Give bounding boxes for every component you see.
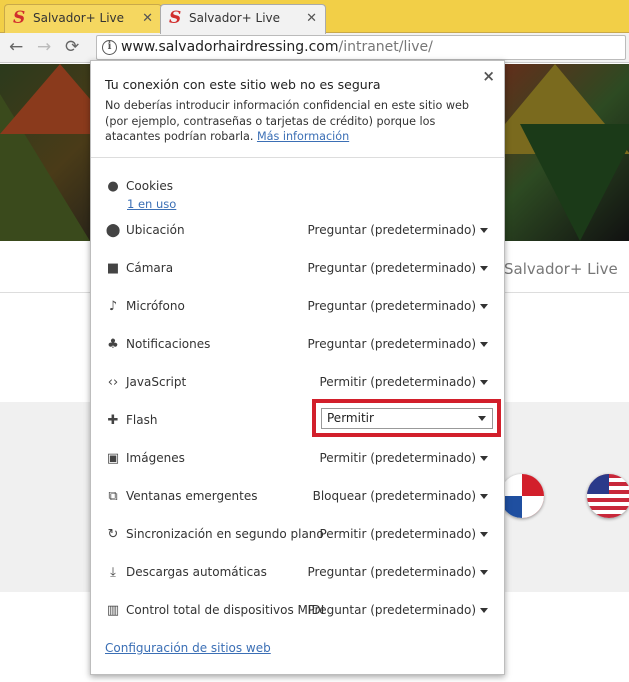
- site-settings-link[interactable]: Configuración de sitios web: [105, 641, 271, 655]
- permission-value: Preguntar (predeterminado): [307, 603, 477, 617]
- permission-select[interactable]: Preguntar (predeterminado): [307, 603, 488, 617]
- permission-value: Permitir (predeterminado): [319, 451, 476, 465]
- tab-label: Salvador+ Live (l: [33, 11, 127, 25]
- close-tab-icon[interactable]: ✕: [306, 5, 317, 32]
- permission-value: Preguntar (predeterminado): [307, 565, 477, 579]
- permission-label: Cámara: [126, 261, 174, 275]
- permission-label: Descargas automáticas: [126, 565, 267, 579]
- more-info-link[interactable]: Más información: [257, 130, 349, 143]
- browser-toolbar: ← → ⟳ i www.salvadorhairdressing.com/int…: [0, 33, 629, 63]
- microphone-icon: ♪: [108, 299, 118, 314]
- permission-label: Sincronización en segundo plano: [126, 527, 324, 541]
- close-tab-icon[interactable]: ✕: [142, 5, 153, 32]
- permission-select[interactable]: Permitir (predeterminado): [319, 375, 488, 389]
- permission-value: Preguntar (predeterminado): [307, 337, 477, 351]
- permission-value: Preguntar (predeterminado): [307, 299, 477, 313]
- tab-salvador-live-1[interactable]: S Salvador+ Live (l ✕: [4, 4, 162, 33]
- forward-arrow-icon[interactable]: →: [37, 37, 51, 57]
- dropdown-arrow-icon: [480, 304, 488, 309]
- permission-label: Ubicación: [126, 223, 185, 237]
- permission-label: Control total de dispositivos MIDI: [126, 603, 325, 617]
- permission-select[interactable]: Preguntar (predeterminado): [307, 223, 488, 237]
- dropdown-arrow-icon: [480, 266, 488, 271]
- highlight-box: [312, 399, 501, 437]
- midi-icon: ▥: [106, 603, 120, 618]
- url-text[interactable]: www.salvadorhairdressing.com/intranet/li…: [121, 39, 433, 55]
- back-arrow-icon[interactable]: ←: [9, 37, 23, 57]
- close-icon[interactable]: ×: [482, 67, 495, 85]
- image-icon: ▣: [106, 451, 120, 466]
- security-title: Tu conexión con este sitio web no es seg…: [105, 77, 381, 92]
- permission-row-midi: ▥ Control total de dispositivos MIDI Pre…: [105, 601, 488, 621]
- permission-value: Bloquear (predeterminado): [312, 489, 476, 503]
- dropdown-arrow-icon: [480, 532, 488, 537]
- cookies-label: Cookies: [126, 179, 173, 193]
- tab-strip: S Salvador+ Live (l ✕ S Salvador+ Live (…: [0, 0, 629, 34]
- cookies-in-use-link[interactable]: 1 en uso: [127, 197, 176, 211]
- permission-label: Imágenes: [126, 451, 185, 465]
- cookie-icon: ●: [107, 179, 119, 194]
- code-icon: ‹›: [107, 375, 119, 390]
- permission-label: Notificaciones: [126, 337, 211, 351]
- popup-icon: ⧉: [108, 489, 118, 504]
- dropdown-arrow-icon: [480, 494, 488, 499]
- permission-row-camera: ■ Cámara Preguntar (predeterminado): [105, 259, 488, 279]
- permission-select[interactable]: Permitir (predeterminado): [319, 527, 488, 541]
- bell-icon: ♣: [107, 337, 119, 352]
- permission-value: Preguntar (predeterminado): [307, 223, 477, 237]
- reload-icon[interactable]: ⟳: [65, 37, 79, 57]
- permission-row-notifications: ♣ Notificaciones Preguntar (predetermina…: [105, 335, 488, 355]
- sync-icon: ↻: [107, 527, 119, 542]
- site-title[interactable]: Salvador+ Live: [504, 260, 618, 278]
- tab-label: Salvador+ Live (l: [189, 11, 283, 25]
- permission-value: Permitir (predeterminado): [319, 375, 476, 389]
- address-bar[interactable]: i www.salvadorhairdressing.com/intranet/…: [96, 35, 626, 60]
- permission-select[interactable]: Preguntar (predeterminado): [307, 337, 488, 351]
- download-icon: ⤓: [110, 565, 116, 580]
- permission-row-background-sync: ↻ Sincronización en segundo plano Permit…: [105, 525, 488, 545]
- permission-select[interactable]: Preguntar (predeterminado): [307, 299, 488, 313]
- tab-salvador-live-2[interactable]: S Salvador+ Live (l ✕: [160, 4, 326, 34]
- permission-row-microphone: ♪ Micrófono Preguntar (predeterminado): [105, 297, 488, 317]
- security-description: No deberías introducir información confi…: [105, 98, 493, 145]
- permission-row-popups: ⧉ Ventanas emergentes Bloquear (predeter…: [105, 487, 488, 507]
- permission-select[interactable]: Permitir (predeterminado): [319, 451, 488, 465]
- permission-label: Ventanas emergentes: [126, 489, 258, 503]
- permission-row-javascript: ‹› JavaScript Permitir (predeterminado): [105, 373, 488, 393]
- permission-value: Permitir (predeterminado): [319, 527, 476, 541]
- site-info-popup: × Tu conexión con este sitio web no es s…: [90, 60, 505, 675]
- permission-row-location: ⬤ Ubicación Preguntar (predeterminado): [105, 221, 488, 241]
- permission-row-downloads: ⤓ Descargas automáticas Preguntar (prede…: [105, 563, 488, 583]
- dropdown-arrow-icon: [480, 380, 488, 385]
- dropdown-arrow-icon: [480, 608, 488, 613]
- permission-select[interactable]: Preguntar (predeterminado): [307, 261, 488, 275]
- panama-flag-icon[interactable]: [500, 474, 544, 518]
- url-host: www.salvadorhairdressing.com: [121, 39, 339, 55]
- dropdown-arrow-icon: [480, 342, 488, 347]
- cookies-row: ● Cookies: [105, 177, 488, 197]
- dropdown-arrow-icon: [480, 456, 488, 461]
- permission-value: Preguntar (predeterminado): [307, 261, 477, 275]
- puzzle-icon: ✚: [107, 413, 119, 428]
- divider: [91, 157, 504, 158]
- permission-select[interactable]: Bloquear (predeterminado): [313, 489, 488, 503]
- dropdown-arrow-icon: [480, 570, 488, 575]
- usa-flag-icon[interactable]: [587, 474, 629, 518]
- camera-icon: ■: [106, 261, 120, 276]
- permission-select[interactable]: Preguntar (predeterminado): [307, 565, 488, 579]
- salvador-favicon-icon: S: [13, 8, 26, 28]
- location-icon: ⬤: [105, 223, 121, 238]
- permission-label: Micrófono: [126, 299, 185, 313]
- permission-label: JavaScript: [126, 375, 187, 389]
- salvador-favicon-icon: S: [169, 8, 182, 28]
- site-info-icon[interactable]: i: [102, 40, 117, 55]
- permission-label: Flash: [126, 413, 158, 427]
- url-path: /intranet/live/: [338, 39, 433, 55]
- permission-row-images: ▣ Imágenes Permitir (predeterminado): [105, 449, 488, 469]
- dropdown-arrow-icon: [480, 228, 488, 233]
